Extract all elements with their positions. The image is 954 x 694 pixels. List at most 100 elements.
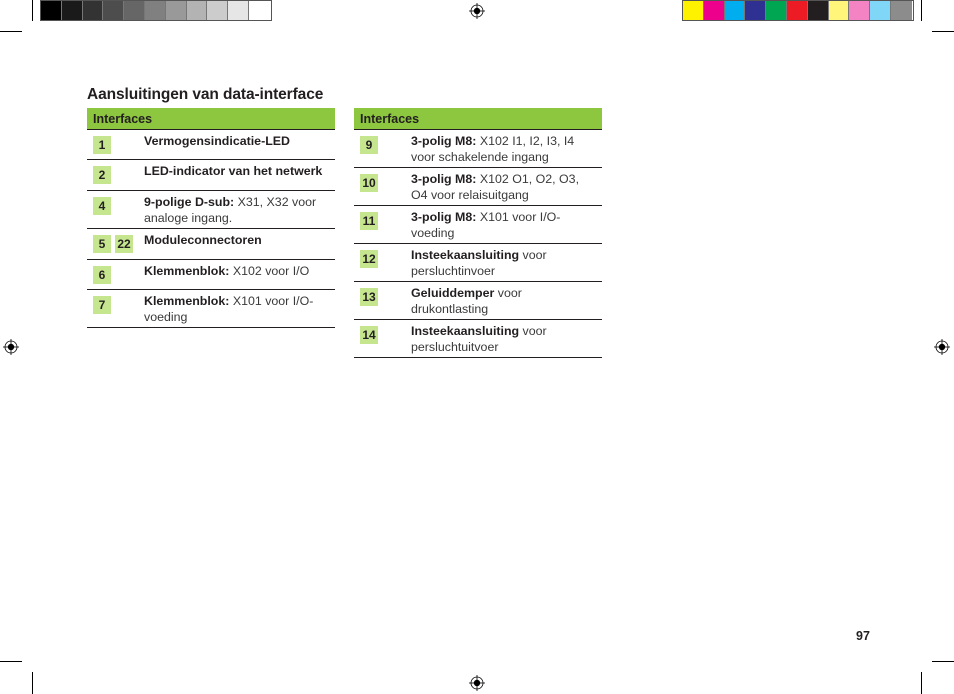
interface-name: Klemmenblok: [144, 264, 230, 278]
page-number: 97 [856, 629, 870, 643]
color-swatch [724, 1, 746, 20]
table-row: 7 Klemmenblok: X101 voor I/O-voeding [87, 290, 335, 328]
interfaces-table-left: Interfaces 1 Vermogensindicatie-LED 2 LED-i… [87, 108, 335, 328]
item-number-badges: 9 [360, 136, 378, 154]
crop-mark [0, 661, 22, 662]
interface-description: 3-polig M8: X101 voor I/O-voeding [411, 210, 598, 241]
interface-name: 3-polig M8: [411, 172, 477, 186]
color-swatch [890, 1, 912, 20]
interface-description: LED-indicator van het netwerk [144, 164, 331, 180]
table-header: Interfaces [87, 108, 335, 130]
grayscale-color-bar [40, 0, 272, 21]
item-number-badges: 12 [360, 250, 378, 268]
item-number-badges: 13 [360, 288, 378, 306]
item-number-badge: 13 [360, 288, 378, 306]
interface-name: Vermogensindicatie-LED [144, 134, 290, 148]
item-number-badge: 11 [360, 212, 378, 230]
color-swatch [61, 1, 83, 20]
table-header: Interfaces [354, 108, 602, 130]
item-number-badge: 12 [360, 250, 378, 268]
interface-name: Moduleconnectoren [144, 233, 262, 247]
item-number-badge: 7 [93, 296, 111, 314]
color-swatch [807, 1, 829, 20]
item-number-badge: 10 [360, 174, 378, 192]
color-swatch [849, 1, 871, 20]
item-number-badges: 4 [93, 197, 111, 215]
item-number-badge: 2 [93, 166, 111, 184]
color-swatch [703, 1, 725, 20]
interface-description: 3-polig M8: X102 I1, I2, I3, I4 voor sch… [411, 134, 598, 165]
item-number-badges: 2 [93, 166, 111, 184]
interface-description: 9-polige D-sub: X31, X32 voor analoge in… [144, 195, 331, 226]
item-number-badges: 14 [360, 326, 378, 344]
interface-name: LED-indicator van het netwerk [144, 164, 323, 178]
interface-name: 3-polig M8: [411, 134, 477, 148]
interface-description: Klemmenblok: X101 voor I/O-voeding [144, 294, 331, 325]
table-row: 9 3-polig M8: X102 I1, I2, I3, I4 voor sc… [354, 130, 602, 168]
page-title: Aansluitingen van data-interface [87, 86, 324, 103]
color-swatch [124, 1, 145, 20]
item-number-badges: 1 [93, 136, 111, 154]
crop-mark [32, 672, 33, 694]
table-row: 5 22 Moduleconnectoren [87, 229, 335, 260]
interface-name: Geluiddemper [411, 286, 495, 300]
color-swatch [766, 1, 787, 20]
item-number-badge: 6 [93, 266, 111, 284]
interface-description: Klemmenblok: X102 voor I/O [144, 264, 331, 280]
interface-description: Moduleconnectoren [144, 233, 331, 249]
table-row: 2 LED-indicator van het netwerk [87, 160, 335, 191]
registration-mark-icon [469, 3, 485, 19]
interface-name: Klemmenblok: [144, 294, 230, 308]
color-swatch [248, 1, 270, 20]
table-row: 1 Vermogensindicatie-LED [87, 130, 335, 160]
color-swatch [745, 1, 767, 20]
crop-mark [0, 31, 22, 32]
item-number-badges: 10 [360, 174, 378, 192]
crop-mark [32, 0, 33, 21]
interface-description: Vermogensindicatie-LED [144, 134, 331, 150]
table-row: 12 Insteekaansluiting voor persluchtinvoe… [354, 244, 602, 282]
color-swatch [207, 1, 229, 20]
color-swatch [165, 1, 187, 20]
crop-mark [921, 0, 922, 21]
color-swatch [228, 1, 249, 20]
interface-name: 9-polige D-sub: [144, 195, 235, 209]
item-number-badge: 14 [360, 326, 378, 344]
table-row: 11 3-polig M8: X101 voor I/O-voeding [354, 206, 602, 244]
color-swatch [186, 1, 208, 20]
interface-description: Insteekaansluiting voor persluchtinvoer [411, 248, 598, 279]
registration-mark-icon [934, 339, 950, 355]
interface-description: Insteekaansluiting voor persluchtuitvoer [411, 324, 598, 355]
color-swatch [870, 1, 891, 20]
item-number-badge: 5 [93, 235, 111, 253]
crop-mark [932, 661, 954, 662]
table-row: 6 Klemmenblok: X102 voor I/O [87, 260, 335, 290]
registration-mark-icon [3, 339, 19, 355]
color-swatch [82, 1, 104, 20]
item-number-badge: 9 [360, 136, 378, 154]
color-swatch [103, 1, 125, 20]
item-number-badges: 11 [360, 212, 378, 230]
interface-name: 3-polig M8: [411, 210, 477, 224]
interface-detail: X102 voor I/O [229, 264, 310, 278]
color-swatch [828, 1, 850, 20]
interface-description: Geluiddemper voor drukontlasting [411, 286, 598, 317]
color-swatch [786, 1, 808, 20]
item-number-badges: 6 [93, 266, 111, 284]
crop-mark [921, 672, 922, 694]
table-row: 4 9-polige D-sub: X31, X32 voor analoge i… [87, 191, 335, 229]
process-color-bar [682, 0, 914, 21]
item-number-badge: 1 [93, 136, 111, 154]
color-swatch [144, 1, 166, 20]
registration-mark-icon [469, 675, 485, 691]
item-number-badges: 5 22 [93, 235, 133, 253]
interfaces-table-right: Interfaces 9 3-polig M8: X102 I1, I2, I3,… [354, 108, 602, 358]
color-swatch [41, 1, 62, 20]
interface-name: Insteekaansluiting [411, 324, 520, 338]
item-number-badge: 22 [115, 235, 133, 253]
table-row: 10 3-polig M8: X102 O1, O2, O3, O4 voor r… [354, 168, 602, 206]
item-number-badge: 4 [93, 197, 111, 215]
color-swatch [683, 1, 704, 20]
interface-description: 3-polig M8: X102 O1, O2, O3, O4 voor rel… [411, 172, 598, 203]
crop-mark [932, 31, 954, 32]
